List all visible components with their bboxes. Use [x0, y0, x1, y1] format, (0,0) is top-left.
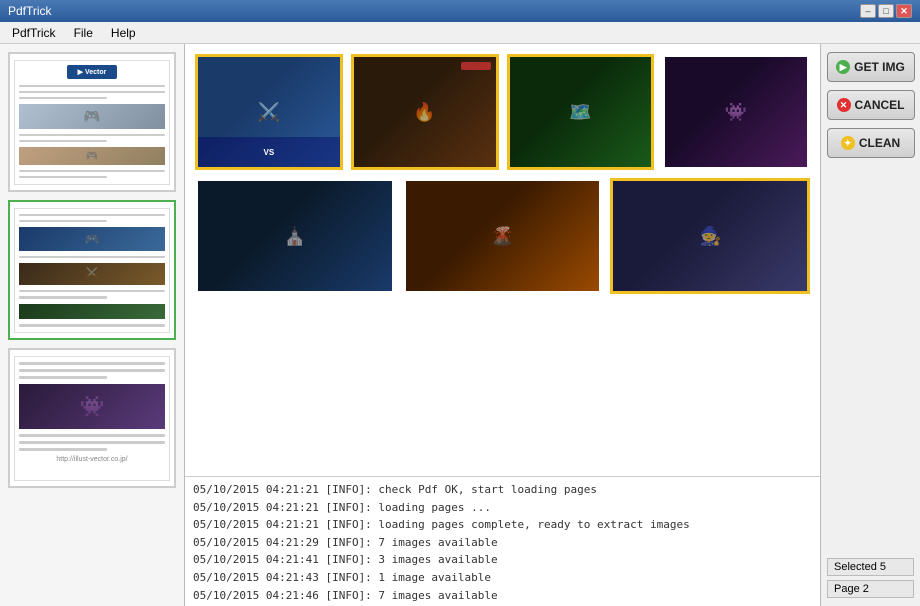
- scene-overlay-5: ⛪: [198, 181, 392, 291]
- clean-icon: ✦: [841, 136, 855, 150]
- main-container: ▶ Vector 🎮 🎮: [0, 44, 920, 606]
- cancel-button[interactable]: ✕ CANCEL: [827, 90, 915, 120]
- title-bar: PdfTrick – □ ✕: [0, 0, 920, 22]
- title-bar-controls: – □ ✕: [860, 4, 912, 18]
- image-cell-3[interactable]: 🗺️: [507, 54, 655, 170]
- page-thumb-2: 🎮 ⚔️: [14, 208, 170, 333]
- log-line-1: 05/10/2015 04:21:21 [INFO]: check Pdf OK…: [193, 481, 812, 499]
- cancel-icon: ✕: [837, 98, 851, 112]
- image-cell-4[interactable]: 👾: [662, 54, 810, 170]
- menu-help[interactable]: Help: [103, 24, 144, 42]
- minimize-button[interactable]: –: [860, 4, 876, 18]
- log-line-2: 05/10/2015 04:21:21 [INFO]: loading page…: [193, 499, 812, 517]
- image-cell-5[interactable]: ⛪: [195, 178, 395, 294]
- status-bar-bottom: Selected 5 Page 2: [827, 558, 914, 598]
- scene-overlay-2: 🔥: [354, 57, 496, 167]
- scene-overlay-7: 🧙: [613, 181, 807, 291]
- title-bar-left: PdfTrick: [8, 4, 52, 18]
- image-grid-row1: ⚔️ VS 🔥 🗺️: [195, 54, 810, 170]
- page-thumb-1: ▶ Vector 🎮 🎮: [14, 60, 170, 185]
- get-img-button[interactable]: ▶ GET IMG: [827, 52, 915, 82]
- menu-file[interactable]: File: [66, 24, 101, 42]
- log-panel[interactable]: 05/10/2015 04:21:21 [INFO]: check Pdf OK…: [185, 476, 820, 606]
- thumbnail-page-1[interactable]: ▶ Vector 🎮 🎮: [8, 52, 176, 192]
- game-image-6: 🌋: [406, 181, 600, 291]
- scene-overlay-6: 🌋: [406, 181, 600, 291]
- menu-bar: PdfTrick File Help: [0, 22, 920, 44]
- thumbnail-scroll[interactable]: ▶ Vector 🎮 🎮: [0, 44, 184, 606]
- scene-overlay-4: 👾: [665, 57, 807, 167]
- scene-overlay-3: 🗺️: [510, 57, 652, 167]
- thumbnail-page-3[interactable]: 👾 http://illust-vector.co.jp/: [8, 348, 176, 488]
- menu-pdftrick[interactable]: PdfTrick: [4, 24, 64, 42]
- thumbnail-page-2[interactable]: 🎮 ⚔️: [8, 200, 176, 340]
- close-button[interactable]: ✕: [896, 4, 912, 18]
- image-grid-row2: ⛪ 🌋 🧙: [195, 178, 810, 294]
- clean-label: CLEAN: [859, 136, 900, 150]
- app-title: PdfTrick: [8, 4, 52, 18]
- log-line-4: 05/10/2015 04:21:29 [INFO]: 7 images ava…: [193, 534, 812, 552]
- game-image-3: 🗺️: [510, 57, 652, 167]
- game-image-1: ⚔️ VS: [198, 57, 340, 167]
- log-line-7: 05/10/2015 04:21:46 [INFO]: 7 images ava…: [193, 587, 812, 605]
- page-status: Page 2: [827, 580, 914, 598]
- game-image-4: 👾: [665, 57, 807, 167]
- left-panel: ▶ Vector 🎮 🎮: [0, 44, 185, 606]
- get-img-icon: ▶: [836, 60, 850, 74]
- image-cell-7[interactable]: 🧙: [610, 178, 810, 294]
- center-panel: ⚔️ VS 🔥 🗺️: [185, 44, 820, 606]
- selected-status: Selected 5: [827, 558, 914, 576]
- clean-button[interactable]: ✦ CLEAN: [827, 128, 915, 158]
- get-img-label: GET IMG: [854, 60, 905, 74]
- right-panel: ▶ GET IMG ✕ CANCEL ✦ CLEAN Selected 5 Pa…: [820, 44, 920, 606]
- log-line-6: 05/10/2015 04:21:43 [INFO]: 1 image avai…: [193, 569, 812, 587]
- image-cell-6[interactable]: 🌋: [403, 178, 603, 294]
- page-thumb-3: 👾 http://illust-vector.co.jp/: [14, 356, 170, 481]
- image-cell-2[interactable]: 🔥: [351, 54, 499, 170]
- log-line-3: 05/10/2015 04:21:21 [INFO]: loading page…: [193, 516, 812, 534]
- image-cell-1[interactable]: ⚔️ VS: [195, 54, 343, 170]
- game-image-2: 🔥: [354, 57, 496, 167]
- log-line-5: 05/10/2015 04:21:41 [INFO]: 3 images ava…: [193, 551, 812, 569]
- game-image-5: ⛪: [198, 181, 392, 291]
- game-image-7: 🧙: [613, 181, 807, 291]
- cancel-label: CANCEL: [855, 98, 905, 112]
- image-area[interactable]: ⚔️ VS 🔥 🗺️: [185, 44, 820, 476]
- maximize-button[interactable]: □: [878, 4, 894, 18]
